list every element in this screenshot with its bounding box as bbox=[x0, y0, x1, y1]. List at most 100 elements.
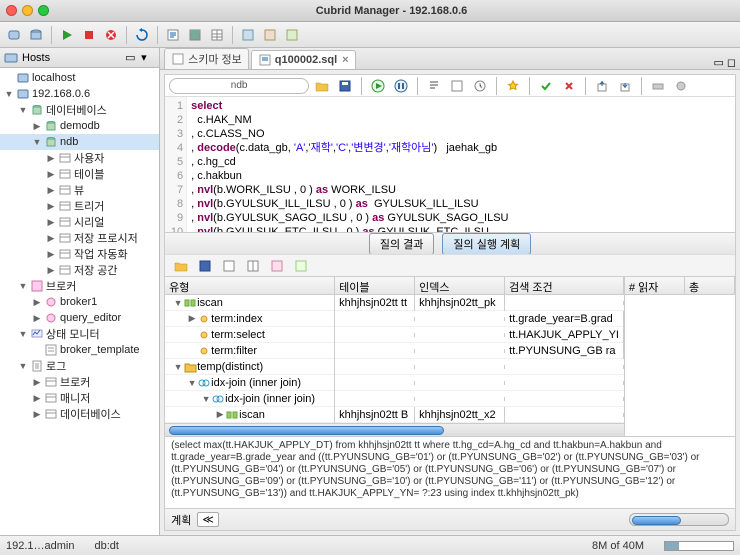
minimize-panel-icon[interactable]: ▭ bbox=[125, 51, 139, 65]
plan-col-index[interactable]: 인덱스 bbox=[415, 277, 505, 294]
zoom-window-button[interactable] bbox=[38, 5, 49, 16]
disclosure-icon[interactable]: ▼ bbox=[32, 137, 42, 147]
plan-col-type[interactable]: 유형 bbox=[165, 277, 335, 294]
disclosure-icon[interactable]: ▶ bbox=[46, 249, 56, 260]
disclosure-icon[interactable]: ▼ bbox=[201, 394, 211, 404]
tree-node[interactable]: ▶demodb bbox=[0, 118, 159, 134]
extra1-icon[interactable] bbox=[648, 76, 668, 96]
import-icon[interactable] bbox=[615, 76, 635, 96]
export-icon[interactable] bbox=[592, 76, 612, 96]
extra2-icon[interactable] bbox=[671, 76, 691, 96]
stop-icon[interactable] bbox=[79, 25, 99, 45]
save-file-icon[interactable] bbox=[335, 76, 355, 96]
plan-view2-icon[interactable] bbox=[243, 256, 263, 276]
panel-menu-icon[interactable]: ▾ bbox=[141, 51, 155, 65]
disclosure-icon[interactable]: ▼ bbox=[187, 378, 197, 388]
plan-col-total[interactable]: 총 bbox=[685, 277, 735, 294]
plan-col-table[interactable]: 테이블 bbox=[335, 277, 415, 294]
commit-icon[interactable] bbox=[536, 76, 556, 96]
format-icon[interactable] bbox=[424, 76, 444, 96]
tree-node[interactable]: ▼192.168.0.6 bbox=[0, 86, 159, 102]
tree-node[interactable]: ▶query_editor bbox=[0, 310, 159, 326]
close-tab-icon[interactable]: × bbox=[342, 54, 348, 66]
disclosure-icon[interactable]: ▶ bbox=[215, 409, 225, 420]
history-icon[interactable] bbox=[470, 76, 490, 96]
tool1-icon[interactable] bbox=[238, 25, 258, 45]
plan-footer-scroll[interactable] bbox=[629, 513, 729, 526]
disclosure-icon[interactable]: ▶ bbox=[32, 409, 42, 420]
tree-node[interactable]: ▼로그 bbox=[0, 358, 159, 374]
tree-node[interactable]: broker_template bbox=[0, 342, 159, 358]
tree-node[interactable]: ▶broker1 bbox=[0, 294, 159, 310]
tree-node[interactable]: ▶브로커 bbox=[0, 374, 159, 390]
maximize-editor-icon[interactable]: ◻ bbox=[727, 56, 736, 69]
plan-tree-icon[interactable] bbox=[267, 256, 287, 276]
open-file-icon[interactable] bbox=[312, 76, 332, 96]
tab-sql-file[interactable]: q100002.sql × bbox=[251, 50, 356, 69]
tree-node[interactable]: ▶시리얼 bbox=[0, 214, 159, 230]
start-icon[interactable] bbox=[57, 25, 77, 45]
rollback-icon[interactable] bbox=[559, 76, 579, 96]
disclosure-icon[interactable]: ▶ bbox=[32, 297, 42, 308]
tree-node[interactable]: ▶트리거 bbox=[0, 198, 159, 214]
fav-icon[interactable] bbox=[503, 76, 523, 96]
tree-node[interactable]: ▶사용자 bbox=[0, 150, 159, 166]
toggle-icon[interactable] bbox=[447, 76, 467, 96]
database-selector[interactable] bbox=[169, 78, 309, 94]
disclosure-icon[interactable]: ▶ bbox=[46, 233, 56, 244]
cancel-icon[interactable] bbox=[101, 25, 121, 45]
disclosure-icon[interactable]: ▼ bbox=[4, 89, 14, 99]
tree-node[interactable]: localhost bbox=[0, 70, 159, 86]
disclosure-icon[interactable]: ▶ bbox=[46, 217, 56, 228]
disclosure-icon[interactable]: ▶ bbox=[46, 153, 56, 164]
disclosure-icon[interactable]: ▼ bbox=[18, 329, 28, 339]
disclosure-icon[interactable]: ▼ bbox=[173, 298, 183, 308]
refresh-icon[interactable] bbox=[132, 25, 152, 45]
disclosure-icon[interactable]: ▶ bbox=[32, 121, 42, 132]
tree-node[interactable]: ▼상태 모니터 bbox=[0, 326, 159, 342]
plan-hscroll[interactable] bbox=[165, 423, 624, 436]
plan-col-cond[interactable]: 검색 조건 bbox=[505, 277, 624, 294]
table-icon[interactable] bbox=[207, 25, 227, 45]
tree-node[interactable]: ▶저장 프로시저 bbox=[0, 230, 159, 246]
sql-editor-icon[interactable] bbox=[163, 25, 183, 45]
disclosure-icon[interactable]: ▼ bbox=[18, 281, 28, 291]
plan-text-icon[interactable] bbox=[291, 256, 311, 276]
tree-node[interactable]: ▼브로커 bbox=[0, 278, 159, 294]
minimize-window-button[interactable] bbox=[22, 5, 33, 16]
tree-node[interactable]: ▼데이터베이스 bbox=[0, 102, 159, 118]
plan-collapse-button[interactable]: ≪ bbox=[197, 512, 219, 527]
tree-node[interactable]: ▶저장 공간 bbox=[0, 262, 159, 278]
tree-node[interactable]: ▶뷰 bbox=[0, 182, 159, 198]
tool2-icon[interactable] bbox=[260, 25, 280, 45]
disclosure-icon[interactable]: ▶ bbox=[32, 377, 42, 388]
plan-view1-icon[interactable] bbox=[219, 256, 239, 276]
sql-editor[interactable]: 12345678910111213 select c.HAK_NM, c.CLA… bbox=[165, 97, 735, 232]
minimize-editor-icon[interactable]: ▭ bbox=[713, 56, 723, 69]
new-db-icon[interactable] bbox=[26, 25, 46, 45]
hosts-tree[interactable]: localhost▼192.168.0.6▼데이터베이스▶demodb▼ndb▶… bbox=[0, 68, 159, 535]
tree-node[interactable]: ▶작업 자동화 bbox=[0, 246, 159, 262]
tree-node[interactable]: ▶데이터베이스 bbox=[0, 406, 159, 422]
subtab-plan[interactable]: 질의 실행 계획 bbox=[442, 233, 531, 255]
plan-open-icon[interactable] bbox=[171, 256, 191, 276]
tree-node[interactable]: ▼ndb bbox=[0, 134, 159, 150]
disclosure-icon[interactable]: ▶ bbox=[32, 313, 42, 324]
plan-col-read[interactable]: # 읽자 bbox=[625, 277, 685, 294]
disclosure-icon[interactable]: ▶ bbox=[46, 169, 56, 180]
subtab-result[interactable]: 질의 결과 bbox=[369, 233, 435, 255]
disclosure-icon[interactable]: ▶ bbox=[46, 265, 56, 276]
disclosure-icon[interactable]: ▶ bbox=[46, 201, 56, 212]
tree-node[interactable]: ▶테이블 bbox=[0, 166, 159, 182]
disclosure-icon[interactable]: ▶ bbox=[46, 185, 56, 196]
schema-icon[interactable] bbox=[185, 25, 205, 45]
tab-schema-info[interactable]: 스키마 정보 bbox=[164, 48, 249, 69]
disclosure-icon[interactable]: ▼ bbox=[173, 362, 183, 372]
plan-save-icon[interactable] bbox=[195, 256, 215, 276]
disclosure-icon[interactable]: ▼ bbox=[18, 105, 28, 115]
disclosure-icon[interactable]: ▶ bbox=[187, 313, 197, 324]
new-connection-icon[interactable] bbox=[4, 25, 24, 45]
tool3-icon[interactable] bbox=[282, 25, 302, 45]
run-plan-icon[interactable] bbox=[391, 76, 411, 96]
disclosure-icon[interactable]: ▼ bbox=[18, 361, 28, 371]
